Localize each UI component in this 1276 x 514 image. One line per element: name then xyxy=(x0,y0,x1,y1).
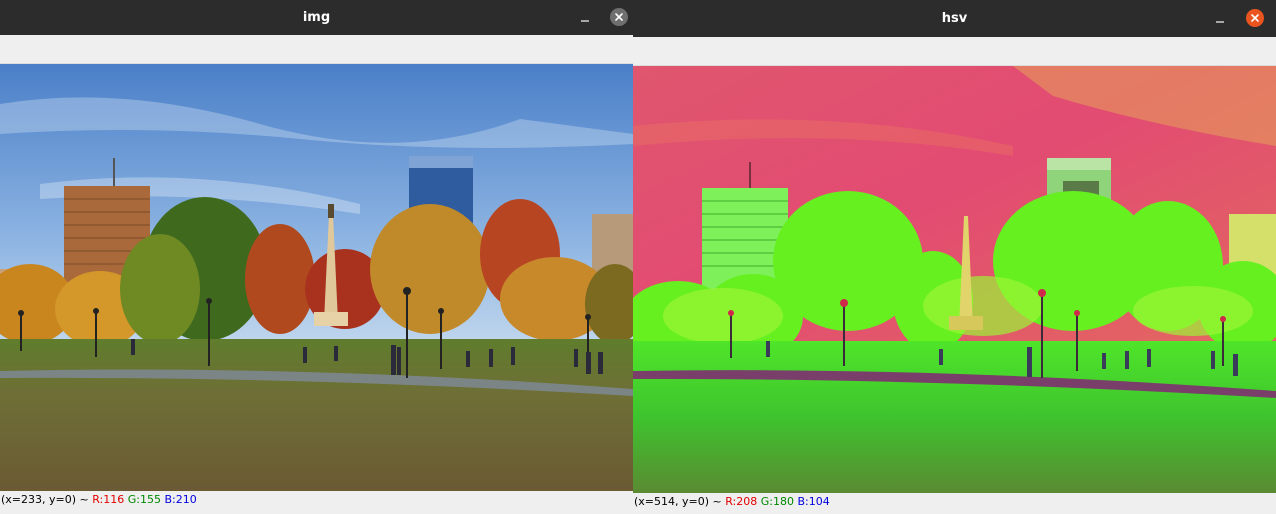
img-status-bar: (x=233, y=0) ~ R:116 G:155 B:210 xyxy=(0,491,633,509)
img-toolbar xyxy=(0,35,633,64)
img-pixel-g: G:155 xyxy=(127,493,161,506)
lawn xyxy=(633,341,1276,493)
img-window-title: img xyxy=(302,10,331,25)
minimize-button[interactable] xyxy=(1211,10,1229,28)
close-icon xyxy=(1251,14,1259,22)
lawn xyxy=(0,339,633,491)
hsv-cursor-coords: (x=514, y=0) ~ xyxy=(634,495,726,508)
img-pixel-r: R:116 xyxy=(92,493,125,506)
hsv-window-title: hsv xyxy=(941,11,968,26)
minimize-icon xyxy=(581,20,589,22)
hsv-status-bar: (x=514, y=0) ~ R:208 G:180 B:104 xyxy=(633,493,1276,511)
img-pixel-b: B:210 xyxy=(164,493,197,506)
close-button[interactable] xyxy=(610,8,628,26)
hsv-pixel-b: B:104 xyxy=(797,495,830,508)
hsv-toolbar xyxy=(633,37,1276,66)
hsv-titlebar[interactable]: hsv xyxy=(633,0,1276,37)
hsv-photo xyxy=(633,66,1276,493)
close-button[interactable] xyxy=(1246,9,1264,27)
hsv-window: hsv (x=514, y=0) ~ R:208 G:180 B:104 xyxy=(633,0,1276,514)
minimize-button[interactable] xyxy=(576,9,594,27)
img-photo-canvas[interactable] xyxy=(0,64,633,491)
hsv-pixel-r: R:208 xyxy=(725,495,758,508)
hsv-pixel-g: G:180 xyxy=(760,495,794,508)
park-photo xyxy=(0,64,633,491)
close-icon xyxy=(615,13,623,21)
img-titlebar[interactable]: img xyxy=(0,0,633,35)
img-cursor-coords: (x=233, y=0) ~ xyxy=(1,493,93,506)
img-window: img (x=233, y=0) ~ R:116 G:155 B:210 xyxy=(0,0,633,514)
minimize-icon xyxy=(1216,21,1224,23)
hsv-photo-canvas[interactable] xyxy=(633,66,1276,493)
